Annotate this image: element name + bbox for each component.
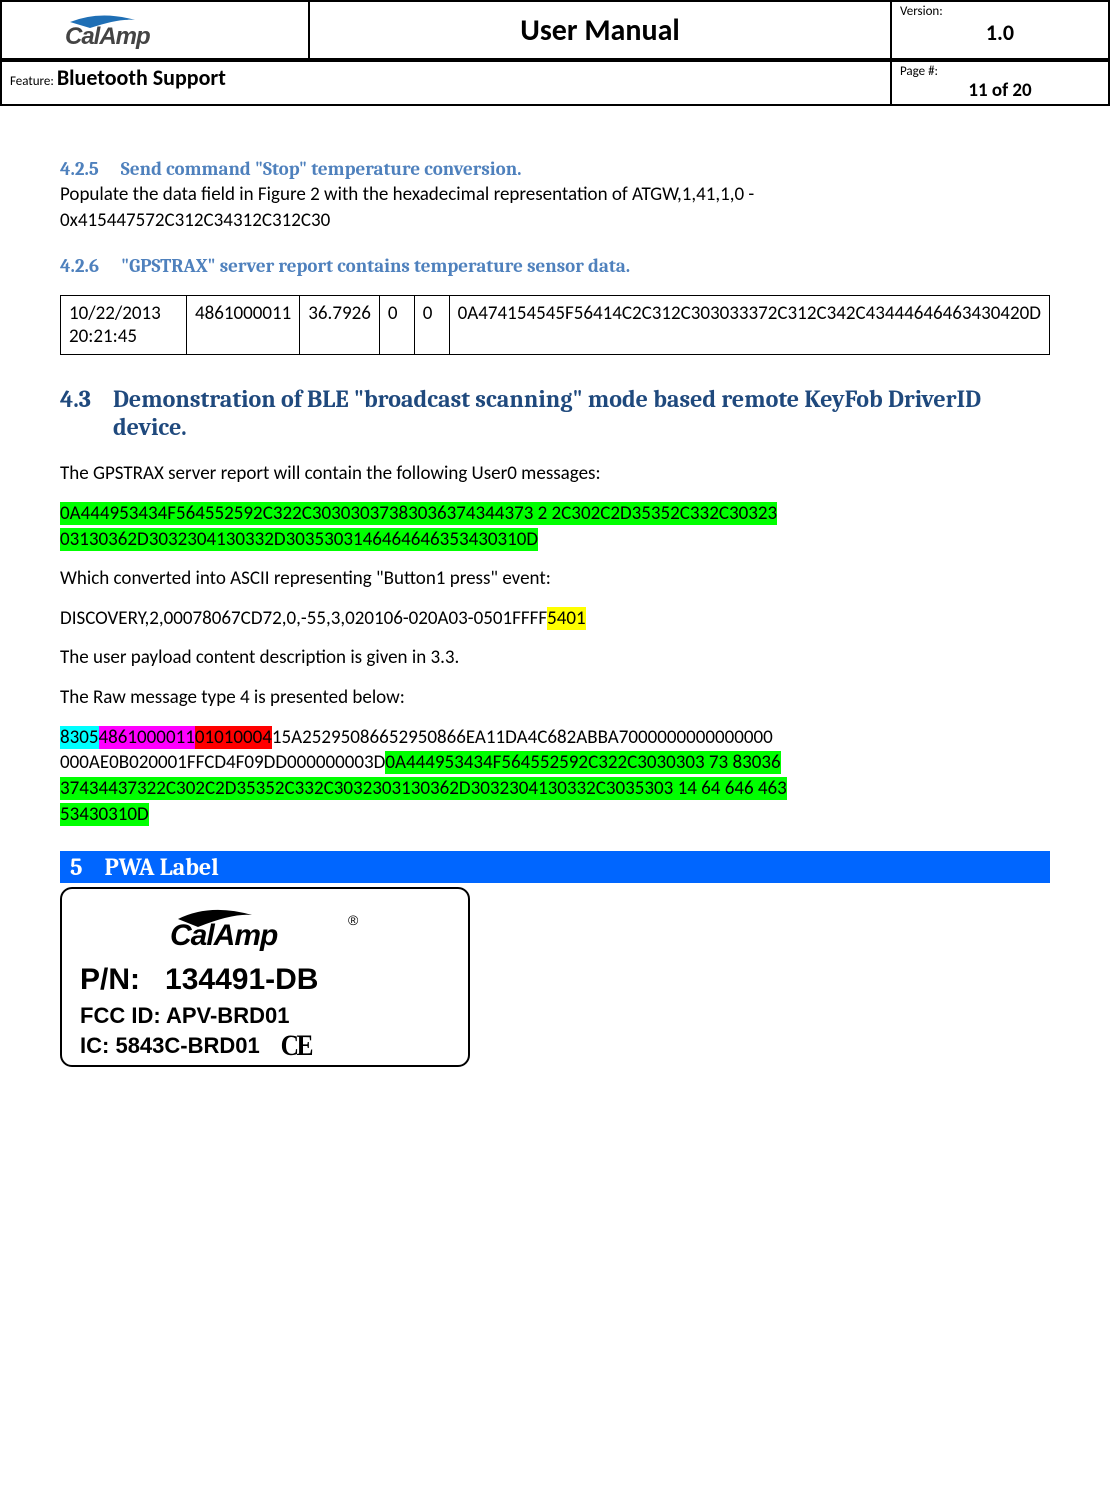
paragraph: The user payload content description is … bbox=[60, 645, 1050, 671]
heading-text: "GPSTRAX" server report contains tempera… bbox=[121, 255, 630, 277]
raw-block: 830548610000110101000415A252950866529508… bbox=[60, 725, 1050, 828]
pwa-label-box: CalAmp ® P/N: 134491-DB FCC ID: APV-BRD0… bbox=[60, 887, 470, 1067]
hex-green: 03130362D3032304130332D30353031464646463… bbox=[60, 528, 538, 551]
label-fcc: FCC ID: APV-BRD01 bbox=[80, 1003, 450, 1029]
cell-flag: 0 bbox=[379, 296, 414, 355]
fcc-label: FCC ID: bbox=[80, 1003, 161, 1028]
heading-number: 5 bbox=[70, 853, 82, 881]
svg-text:CalAmp: CalAmp bbox=[65, 23, 150, 50]
calamp-logo-icon: CalAmp ® bbox=[170, 899, 360, 951]
raw-plain: 15A25295086652950866EA11DA4C682ABBA70000… bbox=[272, 726, 773, 749]
ce-mark-icon: CE bbox=[280, 1029, 310, 1063]
ascii-yellow: 5401 bbox=[547, 607, 586, 630]
page-label: Page #: bbox=[900, 64, 938, 79]
page-value: 11 of 20 bbox=[900, 79, 1100, 102]
cell-flag: 0 bbox=[414, 296, 449, 355]
fcc-value: APV-BRD01 bbox=[166, 1003, 289, 1028]
ic-label: IC: bbox=[80, 1033, 109, 1058]
table-row: 10/22/2013 20:21:45 4861000011 36.7926 0… bbox=[61, 296, 1050, 355]
raw-cyan: 8305 bbox=[60, 726, 99, 749]
pn-label: P/N: bbox=[80, 963, 140, 996]
report-table: 10/22/2013 20:21:45 4861000011 36.7926 0… bbox=[60, 295, 1050, 355]
page-cell: Page #: 11 of 20 bbox=[891, 61, 1109, 105]
svg-text:CalAmp: CalAmp bbox=[170, 919, 278, 951]
paragraph: Populate the data field in Figure 2 with… bbox=[60, 182, 1050, 233]
feature-cell: Feature: Bluetooth Support bbox=[1, 61, 891, 105]
doc-title: User Manual bbox=[309, 1, 891, 59]
raw-magenta: 4861000011 bbox=[99, 726, 195, 749]
pn-value: 134491-DB bbox=[165, 963, 318, 996]
heading-4-2-5: 4.2.5 Send command "Stop" temperature co… bbox=[60, 158, 1050, 180]
raw-green: 0A444953434F564552592C322C3030303 73 830… bbox=[385, 751, 780, 774]
raw-red: 01010004 bbox=[195, 726, 272, 749]
heading-number: 4.3 bbox=[60, 385, 91, 441]
hex-block: 0A444953434F564552592C322C30303037383036… bbox=[60, 501, 1050, 552]
page-content: 4.2.5 Send command "Stop" temperature co… bbox=[0, 106, 1110, 1087]
label-pn: P/N: 134491-DB bbox=[80, 963, 450, 997]
label-ic-row: IC: 5843C-BRD01 CE bbox=[80, 1029, 450, 1063]
cell-timestamp: 10/22/2013 20:21:45 bbox=[61, 296, 187, 355]
ic-value: 5843C-BRD01 bbox=[115, 1033, 259, 1058]
heading-text: Demonstration of BLE "broadcast scanning… bbox=[113, 385, 1050, 441]
paragraph: The Raw message type 4 is presented belo… bbox=[60, 685, 1050, 711]
feature-label: Feature: bbox=[10, 74, 54, 89]
cell-hex: 0A474154545F56414C2C312C303033372C312C34… bbox=[449, 296, 1049, 355]
ascii-line: DISCOVERY,2,00078067CD72,0,-55,3,020106-… bbox=[60, 606, 1050, 632]
raw-plain: 000AE0B020001FFCD4F09DD000000003D bbox=[60, 751, 385, 774]
svg-text:®: ® bbox=[348, 912, 359, 928]
raw-green: 37434437322C302C2D35352C332C303230313036… bbox=[60, 777, 787, 800]
heading-text: PWA Label bbox=[104, 853, 218, 881]
heading-number: 4.2.6 bbox=[60, 255, 99, 277]
text: 0x415447572C312C34312C312C30 bbox=[60, 209, 330, 232]
doc-header-top: CalAmp User Manual Version: 1.0 bbox=[0, 0, 1110, 60]
hex-green: 0A444953434F564552592C322C30303037383036… bbox=[60, 502, 777, 525]
calamp-logo-icon: CalAmp bbox=[65, 4, 245, 50]
label-logo: CalAmp ® bbox=[80, 899, 450, 957]
paragraph: The GPSTRAX server report will contain t… bbox=[60, 461, 1050, 487]
version-cell: Version: 1.0 bbox=[891, 1, 1109, 59]
doc-header-bottom: Feature: Bluetooth Support Page #: 11 of… bbox=[0, 60, 1110, 106]
cell-value: 36.7926 bbox=[300, 296, 380, 355]
text: Populate the data field in Figure 2 with… bbox=[60, 183, 754, 206]
logo-cell: CalAmp bbox=[1, 1, 309, 59]
heading-4-3: 4.3 Demonstration of BLE "broadcast scan… bbox=[60, 385, 1050, 441]
ascii-plain: DISCOVERY,2,00078067CD72,0,-55,3,020106-… bbox=[60, 607, 547, 630]
heading-5: 5 PWA Label bbox=[60, 851, 1050, 883]
heading-text: Send command "Stop" temperature conversi… bbox=[121, 158, 522, 180]
feature-value: Bluetooth Support bbox=[57, 64, 226, 91]
cell-id: 4861000011 bbox=[186, 296, 299, 355]
raw-green: 53430310D bbox=[60, 803, 149, 826]
heading-number: 4.2.5 bbox=[60, 158, 99, 180]
heading-4-2-6: 4.2.6 "GPSTRAX" server report contains t… bbox=[60, 255, 1050, 277]
version-label: Version: bbox=[900, 4, 943, 19]
version-value: 1.0 bbox=[900, 19, 1100, 46]
paragraph: Which converted into ASCII representing … bbox=[60, 566, 1050, 592]
